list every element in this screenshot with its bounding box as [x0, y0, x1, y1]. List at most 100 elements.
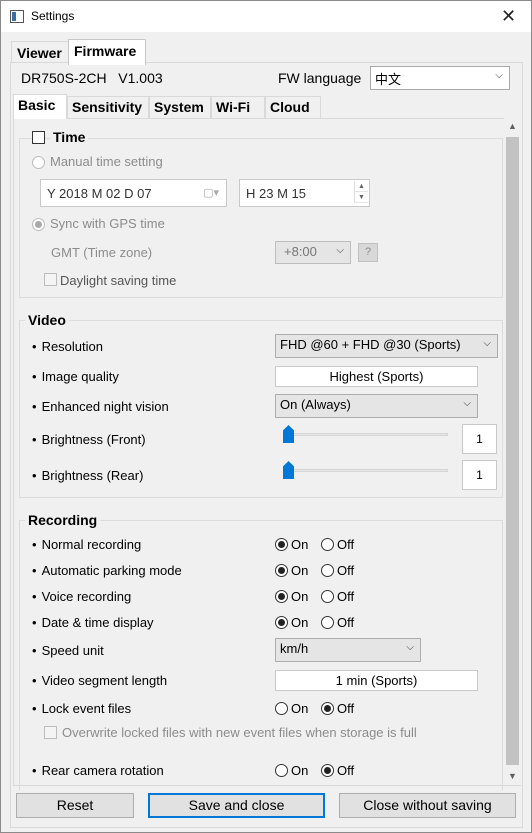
speed-unit-label: Speed unit	[32, 643, 104, 658]
chevron-down-icon: ⌵	[495, 70, 503, 81]
rear-rotation-on-label: On	[291, 763, 309, 778]
manual-time-radio[interactable]	[32, 156, 45, 169]
datetime-display-label: Date & time display	[32, 615, 154, 630]
voice-recording-off-label: Off	[337, 589, 355, 604]
manual-time-label: Manual time setting	[50, 154, 163, 169]
reset-button[interactable]: Reset	[16, 793, 134, 818]
lock-event-off-label: Off	[337, 701, 355, 716]
scroll-thumb[interactable]	[506, 137, 519, 765]
parking-mode-on-radio[interactable]	[275, 564, 288, 577]
date-value: Y 2018 M 02 D 07	[47, 186, 152, 201]
time-value: H 23 M 15	[246, 186, 306, 201]
resolution-value: FHD @60 + FHD @30 (Sports)	[280, 337, 461, 352]
lock-event-label: Lock event files	[32, 701, 132, 716]
close-icon[interactable]: ✕	[486, 1, 531, 32]
app-icon	[10, 10, 24, 23]
tab-viewer[interactable]: Viewer	[11, 41, 69, 64]
datetime-display-off-radio[interactable]	[321, 616, 334, 629]
datetime-display-on-radio[interactable]	[275, 616, 288, 629]
segment-length-label: Video segment length	[32, 673, 168, 688]
chevron-down-icon: ⌵	[406, 642, 414, 653]
image-quality-label: Image quality	[32, 369, 119, 384]
rear-rotation-off-label: Off	[337, 763, 355, 778]
brightness-front-value[interactable]: 1	[462, 424, 497, 454]
parking-mode-off-radio[interactable]	[321, 564, 334, 577]
normal-recording-off-label: Off	[337, 537, 355, 552]
datetime-display-off-label: Off	[337, 615, 355, 630]
lock-event-off-radio[interactable]	[321, 702, 334, 715]
voice-recording-label: Voice recording	[32, 589, 132, 604]
brightness-rear-track[interactable]	[283, 469, 448, 472]
tab-cloud[interactable]: Cloud	[265, 96, 321, 118]
save-and-close-button[interactable]: Save and close	[148, 793, 325, 818]
night-vision-select[interactable]: On (Always) ⌵	[275, 394, 478, 418]
scroll-up-icon[interactable]: ▲	[504, 118, 521, 135]
settings-window: Settings ✕ Viewer Firmware DR750S-2CH V1…	[0, 0, 532, 833]
chevron-down-icon: ⌵	[336, 245, 344, 256]
image-quality-field[interactable]: Highest (Sports)	[275, 366, 478, 387]
gmt-label: GMT (Time zone)	[51, 245, 153, 260]
rear-rotation-label: Rear camera rotation	[32, 763, 164, 778]
fw-language-select[interactable]: 中文 ⌵	[370, 66, 510, 90]
close-without-saving-button[interactable]: Close without saving	[339, 793, 516, 818]
overwrite-label: Overwrite locked files with new event fi…	[62, 725, 417, 740]
firmware-version: V1.003	[118, 70, 163, 86]
tab-wifi[interactable]: Wi-Fi	[211, 96, 265, 118]
model-name: DR750S-2CH	[21, 70, 107, 86]
brightness-front-track[interactable]	[283, 433, 448, 436]
time-title: Time	[50, 129, 89, 145]
parking-mode-off-label: Off	[337, 563, 355, 578]
speed-unit-value: km/h	[280, 641, 309, 656]
speed-unit-select[interactable]: km/h ⌵	[275, 638, 421, 662]
gps-sync-label: Sync with GPS time	[50, 216, 165, 231]
model-info: DR750S-2CH V1.003	[21, 70, 163, 86]
tab-basic[interactable]: Basic	[13, 94, 67, 119]
lock-event-on-radio[interactable]	[275, 702, 288, 715]
datetime-display-on-label: On	[291, 615, 309, 630]
fw-language-label: FW language	[278, 70, 362, 86]
parking-mode-label: Automatic parking mode	[32, 563, 182, 578]
resolution-select[interactable]: FHD @60 + FHD @30 (Sports) ⌵	[275, 334, 498, 358]
rear-rotation-on-radio[interactable]	[275, 764, 288, 777]
resolution-label: Resolution	[32, 339, 103, 354]
lock-event-on-label: On	[291, 701, 309, 716]
rear-rotation-off-radio[interactable]	[321, 764, 334, 777]
gmt-select[interactable]: +8:00 ⌵	[275, 241, 351, 264]
overwrite-checkbox[interactable]	[44, 726, 57, 739]
normal-recording-label: Normal recording	[32, 537, 142, 552]
spin-up-icon[interactable]: ▲	[355, 181, 368, 192]
gps-sync-radio[interactable]	[32, 218, 45, 231]
normal-recording-on-label: On	[291, 537, 309, 552]
dst-checkbox[interactable]	[44, 273, 57, 286]
scroll-down-icon[interactable]: ▼	[504, 768, 521, 785]
fw-language-value: 中文	[375, 72, 402, 87]
voice-recording-off-radio[interactable]	[321, 590, 334, 603]
time-checkbox[interactable]	[32, 131, 45, 144]
calendar-icon[interactable]: ▢▾	[203, 186, 219, 199]
tab-sensitivity[interactable]: Sensitivity	[67, 96, 149, 118]
spin-down-icon[interactable]: ▼	[355, 192, 368, 203]
tab-firmware[interactable]: Firmware	[68, 39, 146, 65]
night-vision-label: Enhanced night vision	[32, 399, 169, 414]
title-bar: Settings ✕	[1, 1, 531, 32]
brightness-front-label: Brightness (Front)	[32, 432, 146, 447]
normal-recording-off-radio[interactable]	[321, 538, 334, 551]
chevron-down-icon: ⌵	[463, 398, 471, 409]
segment-length-field[interactable]: 1 min (Sports)	[275, 670, 478, 691]
tab-system[interactable]: System	[149, 96, 211, 118]
voice-recording-on-label: On	[291, 589, 309, 604]
time-picker[interactable]: H 23 M 15 ▲ ▼	[239, 179, 370, 207]
window-title: Settings	[31, 9, 75, 23]
date-picker[interactable]: Y 2018 M 02 D 07 ▢▾	[40, 179, 227, 207]
voice-recording-on-radio[interactable]	[275, 590, 288, 603]
gmt-value: +8:00	[284, 244, 317, 259]
vertical-scrollbar[interactable]: ▲ ▼	[504, 118, 521, 785]
video-title: Video	[25, 312, 69, 328]
chevron-down-icon: ⌵	[483, 338, 491, 349]
normal-recording-on-radio[interactable]	[275, 538, 288, 551]
brightness-rear-value[interactable]: 1	[462, 460, 497, 490]
brightness-rear-label: Brightness (Rear)	[32, 468, 144, 483]
recording-title: Recording	[25, 512, 101, 528]
time-spinner[interactable]: ▲ ▼	[354, 181, 368, 203]
help-icon[interactable]: ?	[358, 243, 378, 262]
